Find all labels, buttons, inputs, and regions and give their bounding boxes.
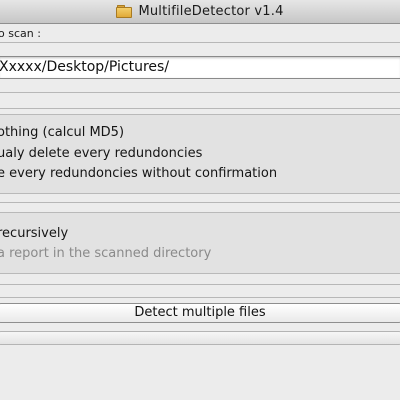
divider (0, 108, 400, 109)
option-report-in-directory[interactable]: a report in the scanned directory (0, 246, 211, 261)
scan-options-group (0, 212, 400, 274)
divider (0, 202, 400, 203)
divider (0, 284, 400, 285)
scan-path-value: Xxxxx/Desktop/Pictures/ (0, 59, 170, 75)
folder-icon (116, 5, 133, 18)
progress-bar (0, 331, 400, 345)
option-recursively[interactable]: recursively (0, 226, 68, 241)
window-titlebar[interactable]: MultifileDetector v1.4 (0, 0, 400, 24)
divider (0, 42, 400, 43)
window-title: MultifileDetector v1.4 (138, 4, 284, 19)
divider (0, 92, 400, 93)
option-nothing[interactable]: othing (calcul MD5) (0, 125, 124, 140)
divider (0, 297, 400, 298)
detect-multiple-files-button[interactable]: Detect multiple files (0, 303, 400, 323)
scan-path-field[interactable]: Xxxxx/Desktop/Pictures/ (0, 56, 400, 79)
option-delete-without-confirmation[interactable]: e every redundoncies without confirmatio… (0, 166, 277, 181)
scan-directory-label: o scan : (0, 27, 41, 40)
option-manually-delete[interactable]: ualy delete every redundoncies (0, 146, 202, 161)
